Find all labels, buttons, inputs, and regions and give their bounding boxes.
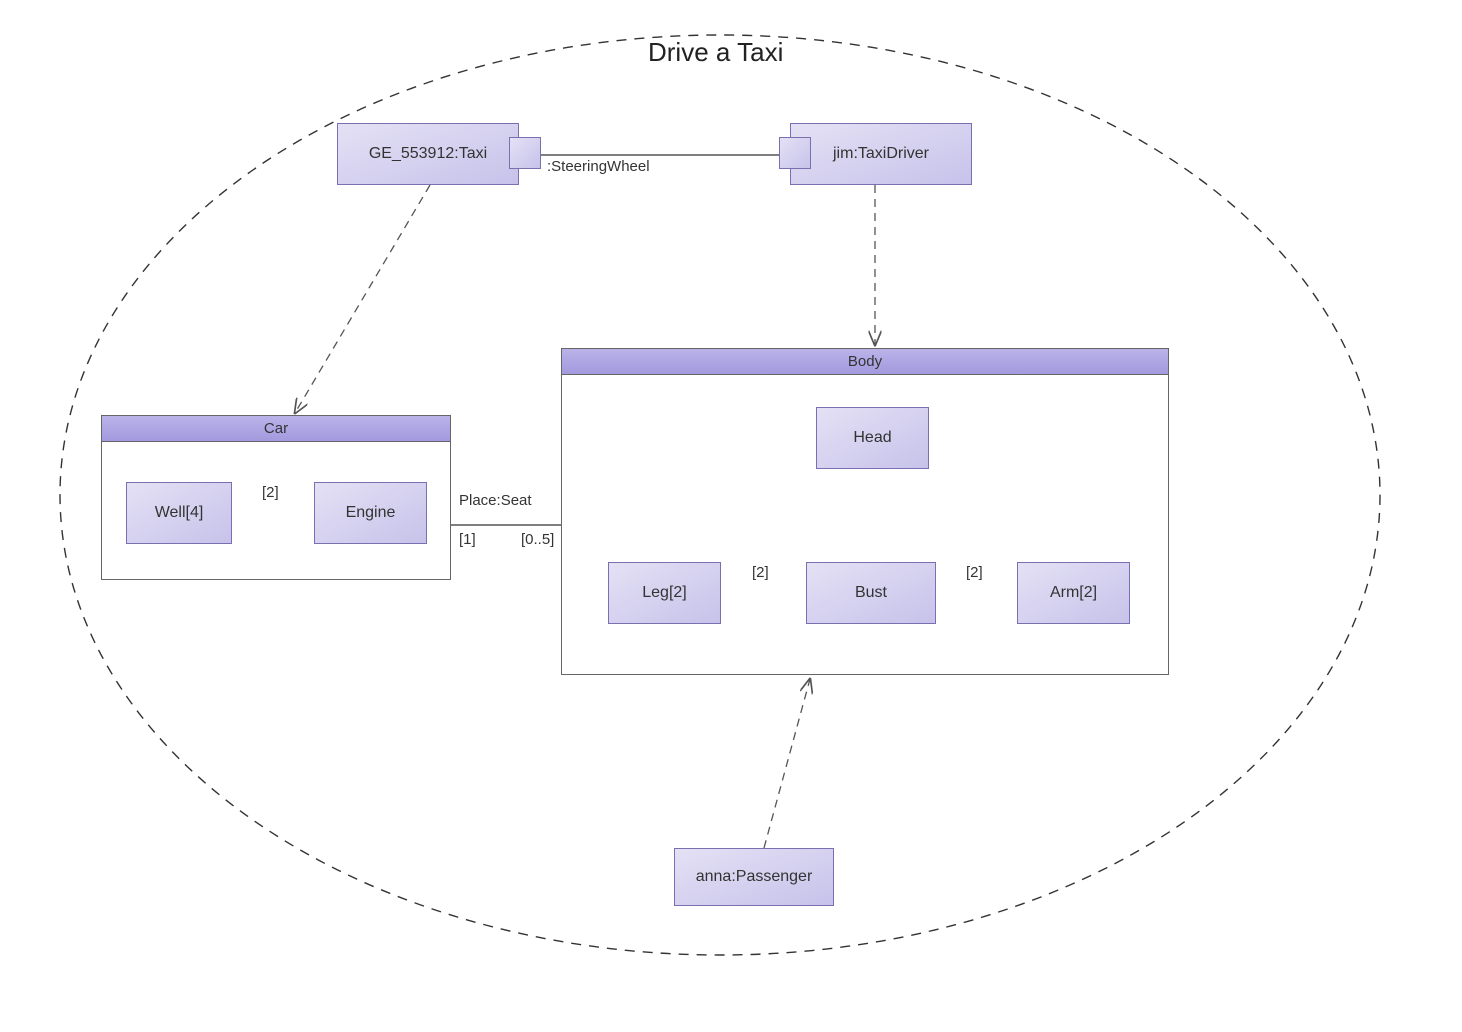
node-arm-label: Arm[2] — [1050, 584, 1097, 602]
node-taxi: GE_553912:Taxi — [337, 123, 519, 185]
node-bust-label: Bust — [855, 584, 887, 602]
node-engine: Engine — [314, 482, 427, 544]
node-arm: Arm[2] — [1017, 562, 1130, 624]
connector-taxi-car — [295, 185, 430, 413]
label-car-mult: [1] — [459, 531, 476, 548]
node-leg: Leg[2] — [608, 562, 721, 624]
node-well: Well[4] — [126, 482, 232, 544]
label-steering: :SteeringWheel — [547, 158, 650, 175]
node-driver: jim:TaxiDriver — [790, 123, 972, 185]
frame-car-header: Car — [102, 416, 450, 442]
node-driver-label: jim:TaxiDriver — [833, 145, 929, 163]
label-body-mult: [0..5] — [521, 531, 554, 548]
port-taxi — [509, 137, 541, 169]
label-place-seat: Place:Seat — [459, 492, 532, 509]
node-head-label: Head — [853, 429, 891, 447]
port-driver — [779, 137, 811, 169]
node-passenger: anna:Passenger — [674, 848, 834, 906]
node-leg-label: Leg[2] — [642, 584, 686, 602]
node-taxi-label: GE_553912:Taxi — [369, 145, 487, 163]
frame-body: Body — [561, 348, 1169, 675]
node-bust: Bust — [806, 562, 936, 624]
connector-passenger-body — [764, 679, 810, 848]
label-well-engine-mult: [2] — [262, 484, 279, 501]
node-engine-label: Engine — [346, 504, 396, 522]
label-leg-bust-mult: [2] — [752, 564, 769, 581]
node-well-label: Well[4] — [155, 504, 204, 522]
node-passenger-label: anna:Passenger — [696, 868, 813, 886]
frame-body-header: Body — [562, 349, 1168, 375]
node-head: Head — [816, 407, 929, 469]
label-bust-arm-mult: [2] — [966, 564, 983, 581]
diagram-title: Drive a Taxi — [648, 37, 783, 68]
